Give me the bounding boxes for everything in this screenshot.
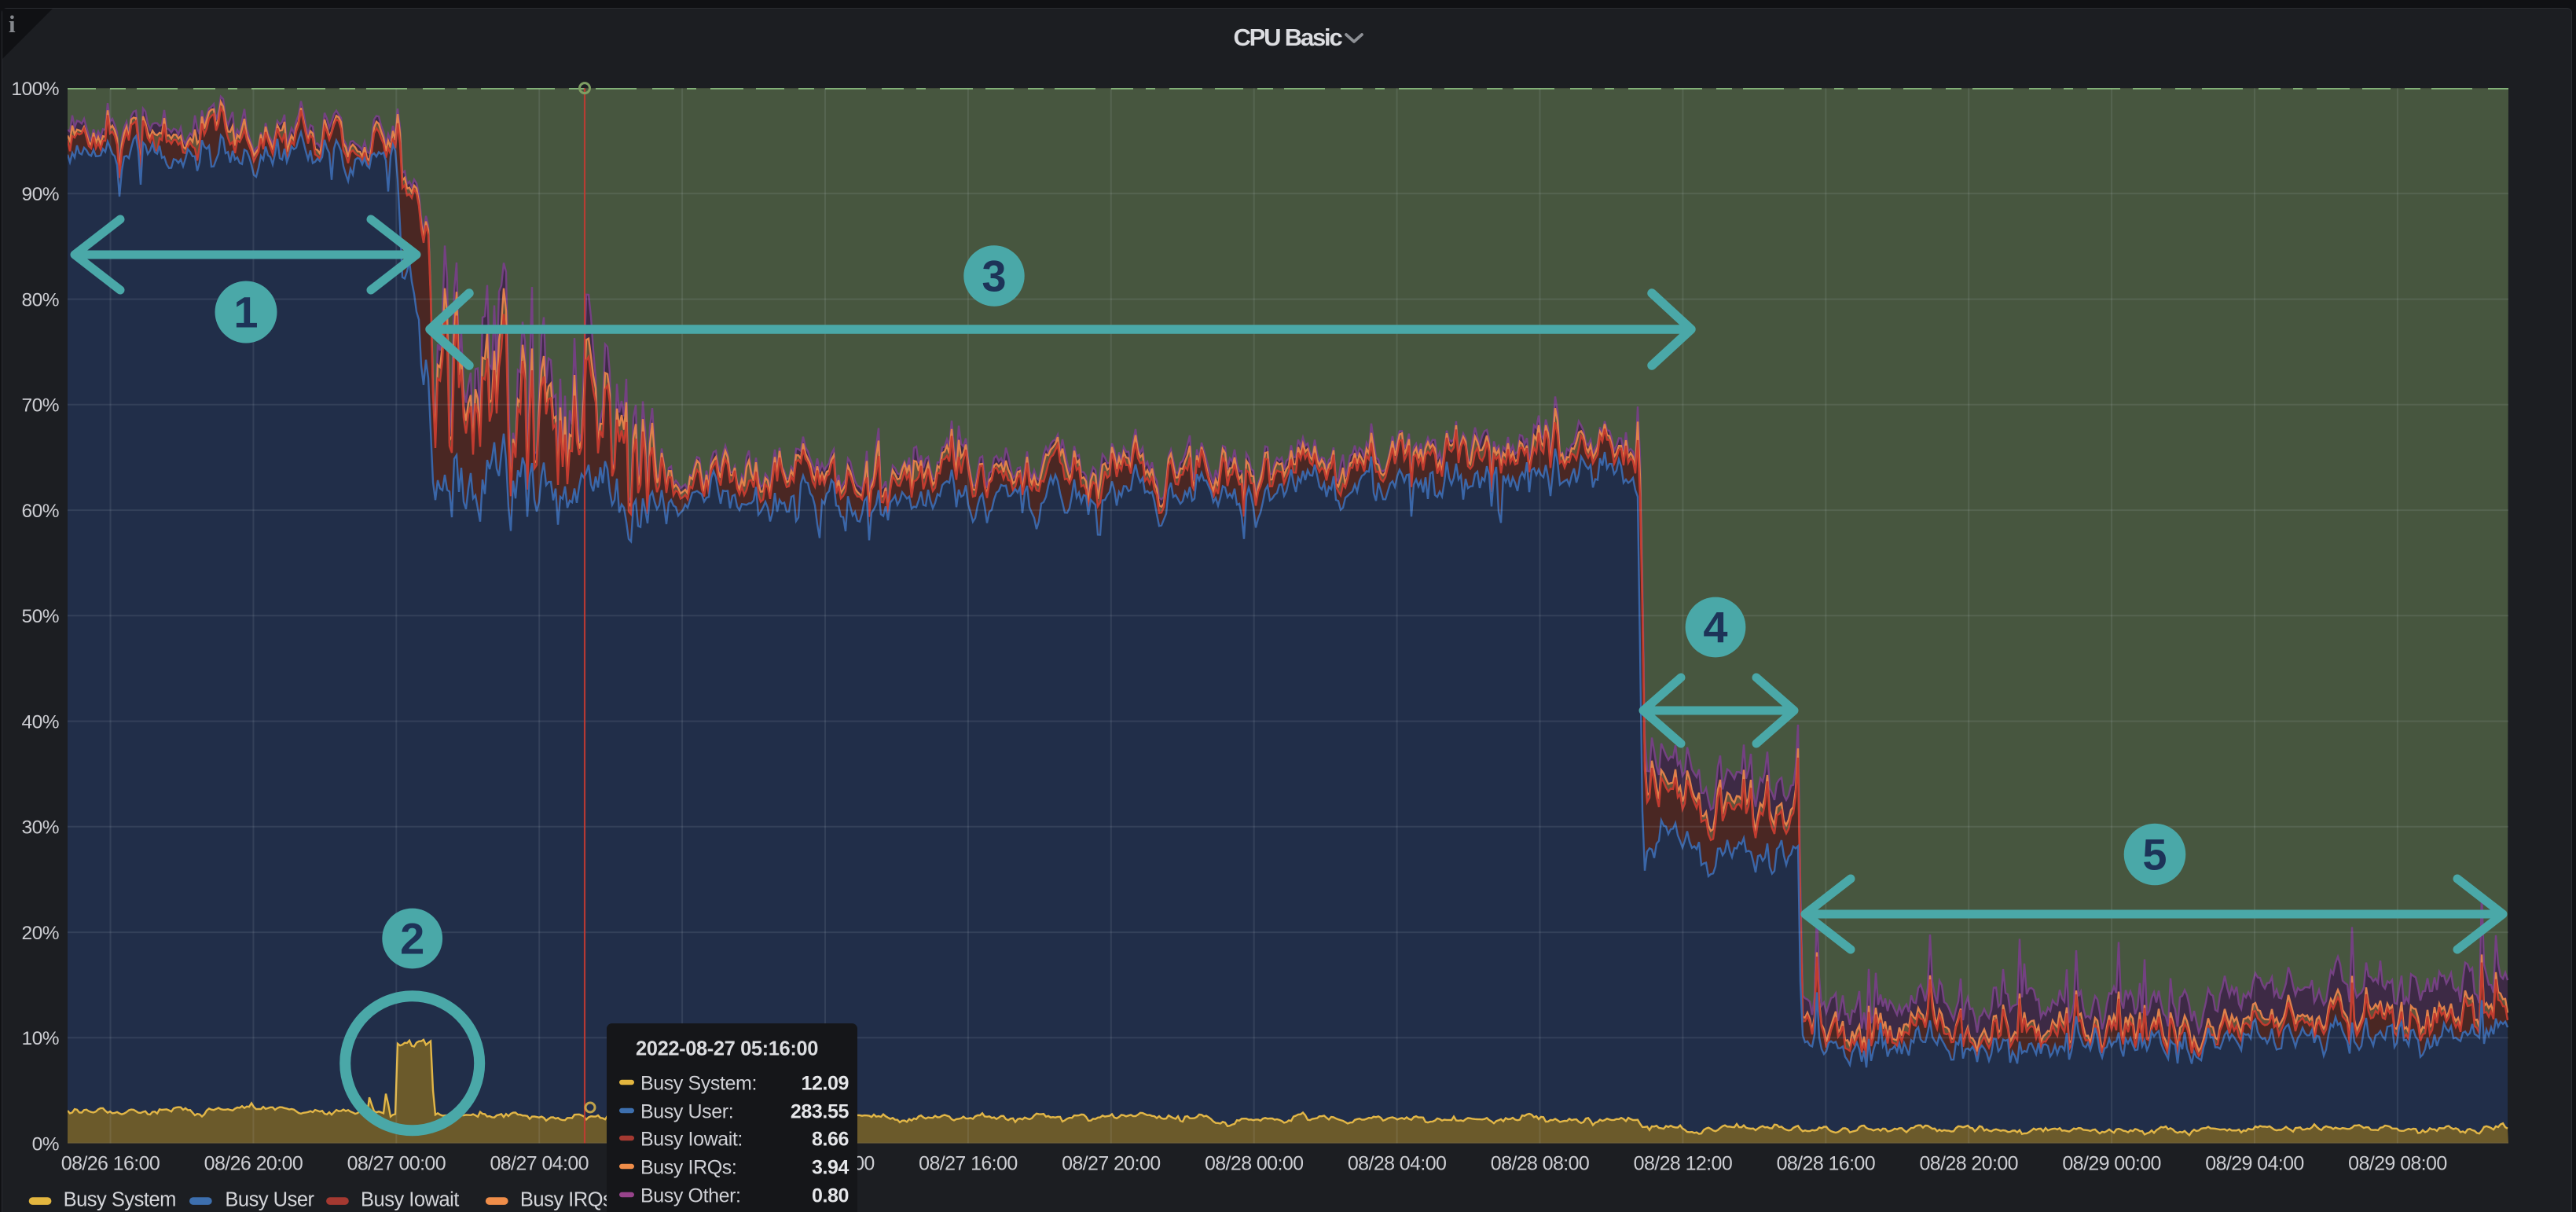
svg-text:40%: 40% bbox=[21, 711, 59, 733]
svg-text:90%: 90% bbox=[21, 184, 59, 205]
svg-text:Busy Iowait:: Busy Iowait: bbox=[640, 1128, 743, 1150]
svg-text:70%: 70% bbox=[21, 395, 59, 417]
svg-text:3: 3 bbox=[982, 252, 1006, 301]
svg-text:08/26 20:00: 08/26 20:00 bbox=[204, 1153, 303, 1175]
svg-text:80%: 80% bbox=[21, 289, 59, 310]
svg-text:3.94: 3.94 bbox=[812, 1156, 849, 1178]
svg-text:283.55: 283.55 bbox=[791, 1100, 849, 1122]
svg-text:30%: 30% bbox=[21, 817, 59, 839]
svg-text:08/27 20:00: 08/27 20:00 bbox=[1062, 1153, 1160, 1175]
svg-text:2022-08-27 05:16:00: 2022-08-27 05:16:00 bbox=[636, 1038, 818, 1060]
svg-text:Busy Iowait: Busy Iowait bbox=[361, 1188, 459, 1210]
svg-text:Busy IRQs:: Busy IRQs: bbox=[640, 1156, 736, 1178]
svg-text:08/29 08:00: 08/29 08:00 bbox=[2348, 1153, 2446, 1175]
svg-text:08/28 16:00: 08/28 16:00 bbox=[1777, 1153, 1875, 1175]
svg-text:Busy Other:: Busy Other: bbox=[640, 1184, 741, 1206]
svg-text:i: i bbox=[9, 10, 16, 38]
svg-text:8.66: 8.66 bbox=[812, 1128, 849, 1150]
svg-text:08/29 04:00: 08/29 04:00 bbox=[2205, 1153, 2303, 1175]
svg-text:4: 4 bbox=[1703, 603, 1727, 652]
svg-text:1: 1 bbox=[233, 288, 258, 337]
svg-text:08/28 00:00: 08/28 00:00 bbox=[1205, 1153, 1303, 1175]
svg-text:08/27 16:00: 08/27 16:00 bbox=[919, 1153, 1017, 1175]
svg-text:08/26 16:00: 08/26 16:00 bbox=[61, 1153, 160, 1175]
svg-text:12.09: 12.09 bbox=[801, 1072, 849, 1094]
svg-text:20%: 20% bbox=[21, 923, 59, 944]
svg-text:08/28 08:00: 08/28 08:00 bbox=[1491, 1153, 1589, 1175]
svg-text:08/28 12:00: 08/28 12:00 bbox=[1634, 1153, 1732, 1175]
svg-text:08/29 00:00: 08/29 00:00 bbox=[2062, 1153, 2160, 1175]
svg-text:0.80: 0.80 bbox=[812, 1184, 849, 1206]
svg-text:10%: 10% bbox=[21, 1028, 59, 1049]
svg-text:5: 5 bbox=[2142, 830, 2167, 880]
svg-text:Busy User:: Busy User: bbox=[640, 1100, 733, 1122]
svg-text:100%: 100% bbox=[11, 79, 59, 100]
svg-text:08/27 04:00: 08/27 04:00 bbox=[490, 1153, 588, 1175]
svg-text:60%: 60% bbox=[21, 501, 59, 522]
svg-text:Busy User: Busy User bbox=[225, 1188, 314, 1210]
svg-text:Busy System: Busy System bbox=[64, 1188, 176, 1210]
svg-text:CPU Basic: CPU Basic bbox=[1234, 24, 1343, 51]
svg-text:Busy IRQs: Busy IRQs bbox=[520, 1188, 612, 1210]
svg-text:50%: 50% bbox=[21, 606, 59, 627]
svg-text:2: 2 bbox=[400, 914, 424, 964]
svg-text:08/28 04:00: 08/28 04:00 bbox=[1348, 1153, 1446, 1175]
svg-text:08/28 20:00: 08/28 20:00 bbox=[1919, 1153, 2017, 1175]
svg-text:0%: 0% bbox=[32, 1133, 59, 1155]
svg-text:Busy System:: Busy System: bbox=[640, 1072, 757, 1094]
svg-text:08/27 00:00: 08/27 00:00 bbox=[347, 1153, 446, 1175]
